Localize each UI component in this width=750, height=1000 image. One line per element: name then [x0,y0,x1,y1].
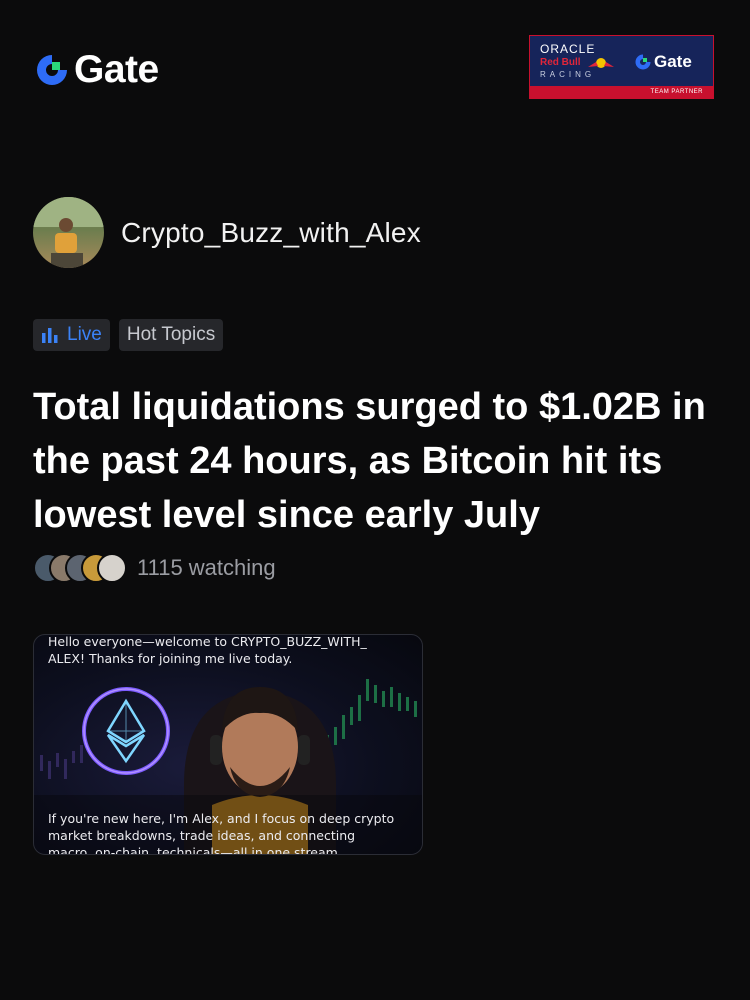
avatar-person-icon [33,197,104,268]
team-partner-badge: ORACLE Red Bull RACING Gate TEAM PARTNER [529,35,714,99]
watcher-avatar [97,553,127,583]
partner-gate-text: Gate [654,52,692,71]
gate-logo-icon [635,54,651,70]
live-bars-icon [42,328,58,343]
video-caption-bottom: If you're new here, I'm Alex, and I focu… [48,811,395,855]
hot-topics-label: Hot Topics [126,324,216,345]
live-tag[interactable]: Live [33,319,110,351]
red-bull-text: Red Bull [540,57,581,68]
racing-text: RACING [540,70,596,79]
red-bull-icon [588,58,614,68]
gate-logo-icon [37,55,67,85]
author-row[interactable]: Crypto_Buzz_with_Alex [33,197,421,268]
tag-row: Live Hot Topics [33,319,224,351]
team-partner-strip: TEAM PARTNER [530,86,713,98]
avatar[interactable] [33,197,104,268]
author-name[interactable]: Crypto_Buzz_with_Alex [121,217,421,249]
live-video-preview[interactable]: Hello everyone—welcome to CRYPTO_BUZZ_WI… [33,634,423,855]
ethereum-icon [82,687,170,775]
watchers-row: 1115 watching [33,553,276,583]
hot-topics-tag[interactable]: Hot Topics [118,319,224,351]
video-caption-top: Hello everyone—welcome to CRYPTO_BUZZ_WI… [48,634,367,666]
team-partner-text: TEAM PARTNER [650,89,703,95]
post-headline[interactable]: Total liquidations surged to $1.02B in t… [33,380,733,542]
watching-count: 1115 watching [137,555,276,580]
oracle-text: ORACLE [540,42,596,56]
partner-gate-logo: Gate [634,52,692,72]
watcher-avatars [33,553,127,583]
logo-text: Gate [74,48,159,91]
live-label: Live [67,324,102,345]
gate-logo[interactable]: Gate [34,48,159,92]
